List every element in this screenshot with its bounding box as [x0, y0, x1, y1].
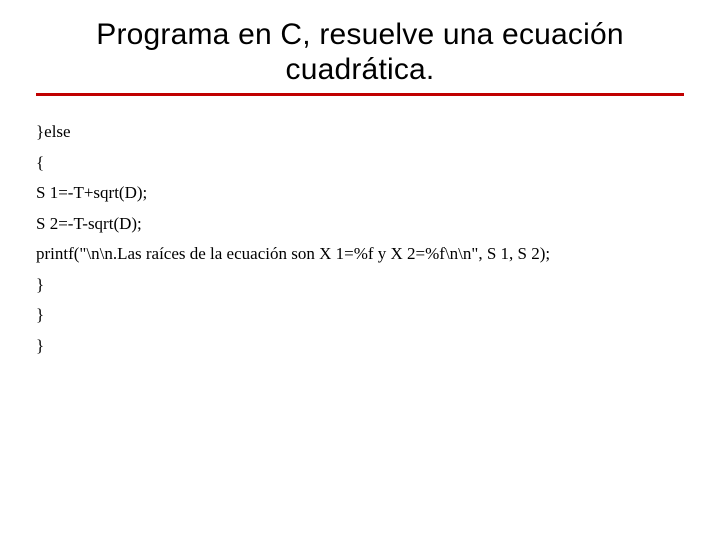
code-line: }	[36, 336, 684, 356]
slide-title: Programa en C, resuelve una ecuación cua…	[36, 18, 684, 87]
code-line: }	[36, 275, 684, 295]
code-line: }else	[36, 122, 684, 142]
code-line: {	[36, 153, 684, 173]
code-block: }else { S 1=-T+sqrt(D); S 2=-T-sqrt(D); …	[36, 122, 684, 355]
code-line: S 2=-T-sqrt(D);	[36, 214, 684, 234]
code-line: printf("\n\n.Las raíces de la ecuación s…	[36, 244, 684, 264]
title-wrap: Programa en C, resuelve una ecuación cua…	[36, 18, 684, 87]
title-underline	[36, 93, 684, 96]
code-line: }	[36, 305, 684, 325]
code-line: S 1=-T+sqrt(D);	[36, 183, 684, 203]
slide: Programa en C, resuelve una ecuación cua…	[0, 0, 720, 540]
